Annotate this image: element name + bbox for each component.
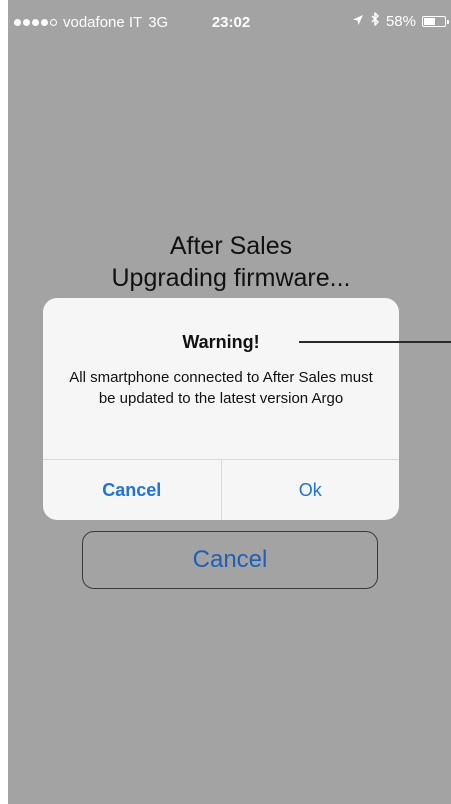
- screen: vodafone IT 3G 23:02 58% After Sales Upg…: [0, 0, 451, 804]
- battery-icon: [422, 15, 449, 27]
- bluetooth-icon: [370, 12, 380, 30]
- alert-ok-button[interactable]: Ok: [222, 460, 400, 520]
- cancel-button-background[interactable]: Cancel: [82, 531, 378, 589]
- app-background: vodafone IT 3G 23:02 58% After Sales Upg…: [8, 0, 451, 804]
- battery-percent: 58%: [385, 12, 416, 30]
- battery-tip: [447, 19, 449, 24]
- title-block: After Sales Upgrading firmware...: [8, 230, 451, 294]
- page-title: After Sales: [169, 232, 293, 260]
- callout-line: [299, 341, 451, 343]
- alert-actions: Cancel Ok: [43, 459, 399, 520]
- page-subtitle: Upgrading firmware...: [111, 264, 351, 292]
- location-arrow-icon: [352, 13, 364, 30]
- warning-alert: Warning! All smartphone connected to Aft…: [43, 298, 399, 520]
- alert-message: All smartphone connected to After Sales …: [69, 369, 373, 407]
- alert-title: Warning!: [182, 332, 260, 352]
- status-right: 58%: [352, 12, 449, 30]
- alert-content: Warning! All smartphone connected to Aft…: [43, 298, 399, 460]
- status-bar: vodafone IT 3G 23:02 58%: [8, 0, 451, 42]
- alert-cancel-button[interactable]: Cancel: [43, 460, 222, 520]
- battery-fill: [424, 17, 436, 25]
